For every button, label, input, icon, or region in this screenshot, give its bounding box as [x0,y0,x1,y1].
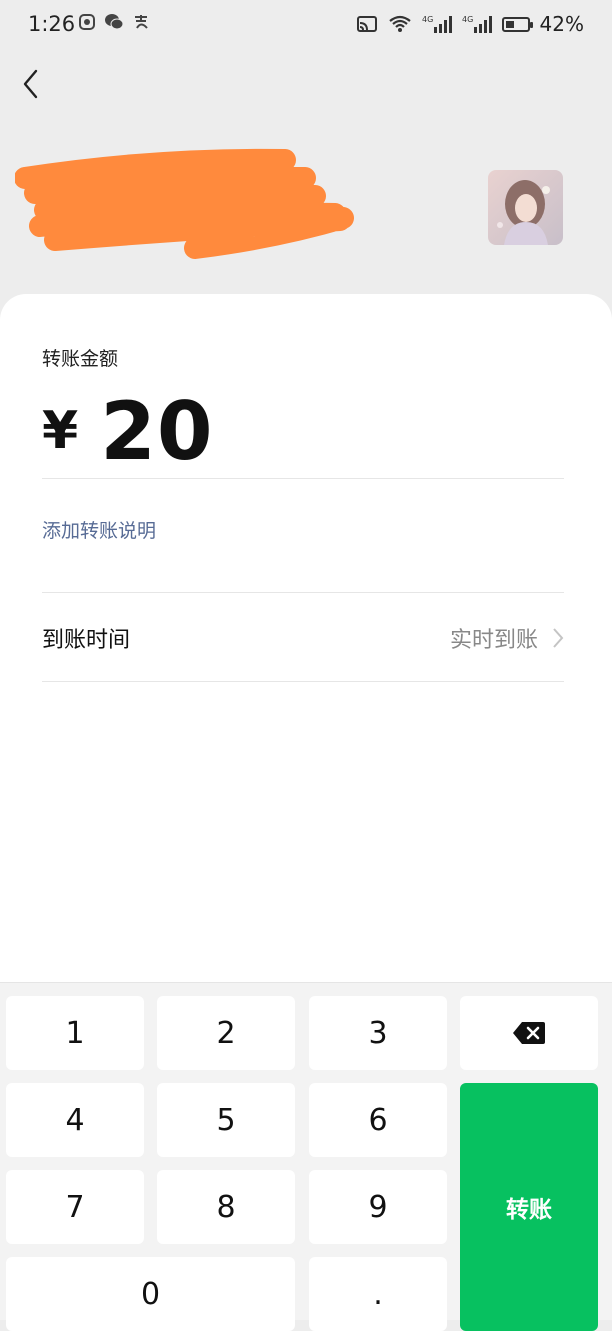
divider [42,592,564,593]
app-icon [79,14,95,30]
arrival-time-value: 实时到账 [449,628,538,653]
battery-percent: 42% [539,12,584,36]
status-left-icons [78,13,150,31]
cast-icon [356,16,377,32]
avatar [488,170,563,245]
status-bar: 1:26 4G 4G 42% [0,0,612,48]
key-8[interactable]: 8 [157,1170,295,1244]
key-7[interactable]: 7 [6,1170,144,1244]
amount-value: 20 [100,384,214,478]
arrival-time-label: 到账时间 [42,628,131,653]
key-4[interactable]: 4 [6,1083,144,1157]
svg-text:4G: 4G [462,15,473,24]
backspace-icon [513,1022,545,1044]
key-0[interactable]: 0 [6,1257,295,1331]
amount-field[interactable]: ¥ 20 [42,384,214,478]
back-button[interactable] [10,62,50,106]
key-2[interactable]: 2 [157,996,295,1070]
status-time: 1:26 [28,12,76,36]
currency-symbol: ¥ [42,401,79,461]
alipay-icon [135,15,148,29]
key-3[interactable]: 3 [309,996,447,1070]
key-6[interactable]: 6 [309,1083,447,1157]
signal-4g-icon: 4G [422,15,452,33]
key-delete[interactable] [460,996,598,1070]
arrival-time-value-wrap: 实时到账 [450,622,564,654]
status-right-icons: 4G 4G 42% [356,12,584,36]
redaction-scribble [15,148,354,259]
avatar-image [488,170,563,245]
key-1[interactable]: 1 [6,996,144,1070]
key-dot[interactable]: . [309,1257,447,1331]
add-note-link[interactable]: 添加转账说明 [42,516,156,543]
signal-4g-icon: 4G [462,15,492,33]
amount-label: 转账金额 [42,348,119,370]
wifi-icon [388,15,411,32]
battery-fill [505,20,514,28]
key-9[interactable]: 9 [309,1170,447,1244]
arrival-time-row[interactable]: 到账时间 实时到账 [42,594,564,682]
chevron-right-icon [553,628,564,648]
divider [42,478,564,479]
number-keypad: 1 2 3 4 5 6 7 8 9 0 . 转账 [0,982,612,1331]
battery-icon [501,16,533,32]
transfer-card: 转账金额 ¥ 20 添加转账说明 到账时间 实时到账 [0,294,612,994]
wechat-icon [105,14,124,30]
key-5[interactable]: 5 [157,1083,295,1157]
divider [42,681,564,682]
chevron-left-icon [23,69,38,99]
svg-text:4G: 4G [422,15,433,24]
transfer-button[interactable]: 转账 [460,1083,598,1331]
